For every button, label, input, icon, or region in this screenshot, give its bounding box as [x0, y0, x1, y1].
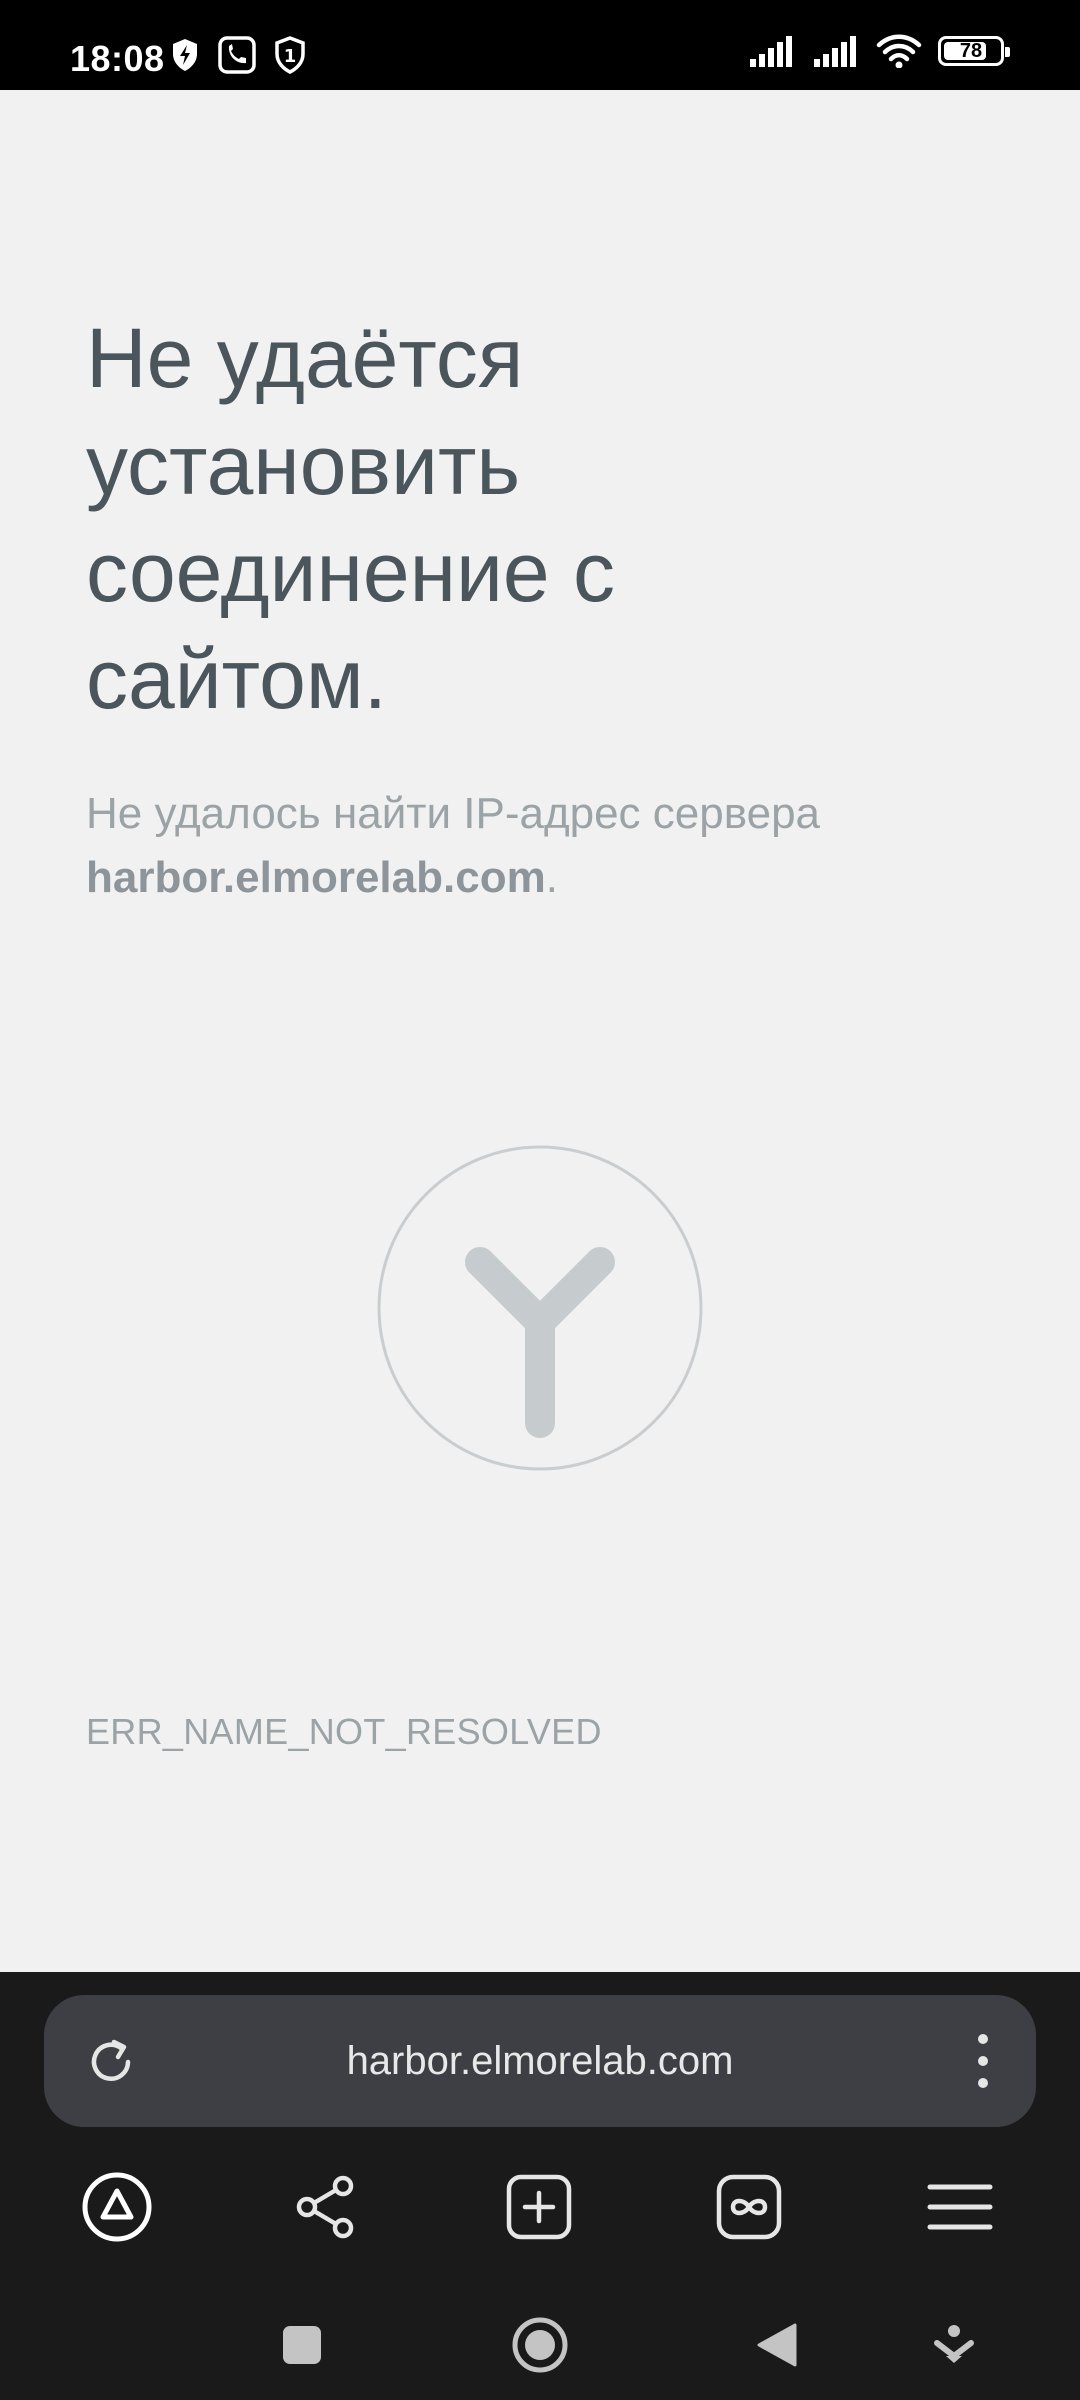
- url-text[interactable]: harbor.elmorelab.com: [44, 2039, 1036, 2084]
- battery-level: 78: [959, 39, 983, 62]
- omnibox[interactable]: harbor.elmorelab.com: [44, 1995, 1036, 2127]
- alice-button[interactable]: [72, 2162, 162, 2252]
- error-description-suffix: .: [545, 853, 558, 902]
- status-time: 18:08: [70, 38, 165, 79]
- alice-icon: [82, 2172, 152, 2242]
- one-shield-icon: 1: [275, 36, 305, 74]
- drawer-down-icon: [934, 2325, 974, 2363]
- signal-icon: [750, 36, 792, 67]
- menu-button[interactable]: [915, 2162, 1005, 2252]
- recents-square-icon: [283, 2326, 321, 2364]
- error-code: ERR_NAME_NOT_RESOLVED: [86, 1711, 602, 1752]
- error-title: Не удаётся установить соединение с сайто…: [86, 311, 615, 726]
- home-circle-icon: [512, 2317, 568, 2373]
- browser-bottom-bar: harbor.elmorelab.com: [0, 1972, 1080, 2400]
- reload-icon[interactable]: [84, 2035, 138, 2089]
- error-description: Не удалось найти IP-адрес сервера harbor…: [86, 782, 986, 910]
- error-description-text: Не удалось найти IP-адрес сервера: [86, 789, 821, 838]
- new-tab-icon: [506, 2174, 572, 2240]
- tabs-icon: [716, 2174, 782, 2240]
- new-tab-button[interactable]: [494, 2162, 584, 2252]
- tabs-button[interactable]: [704, 2162, 794, 2252]
- svg-text:1: 1: [284, 46, 297, 67]
- error-host: harbor.elmorelab.com: [86, 853, 546, 902]
- recents-button[interactable]: [267, 2310, 337, 2380]
- shield-bolt-icon: [173, 39, 197, 71]
- signal-icon: [814, 36, 856, 67]
- drawer-button[interactable]: [919, 2310, 989, 2380]
- share-button[interactable]: [281, 2162, 371, 2252]
- error-page: Не удаётся установить соединение с сайто…: [0, 90, 1080, 1972]
- home-button[interactable]: [505, 2310, 575, 2380]
- system-nav-bar: [0, 2292, 1080, 2400]
- status-bar: 18:08 1 78: [0, 0, 1080, 90]
- back-triangle-icon: [757, 2323, 797, 2367]
- yandex-logo-icon: [377, 1145, 703, 1471]
- wifi-icon: [876, 34, 922, 68]
- back-button[interactable]: [742, 2310, 812, 2380]
- status-notification-icons: 1: [170, 36, 306, 74]
- battery-icon: 78: [938, 36, 1010, 66]
- status-system-icons: 78: [748, 34, 1010, 68]
- browser-toolbar: [0, 2162, 1080, 2292]
- share-icon: [296, 2175, 354, 2239]
- more-vert-icon[interactable]: [974, 2033, 992, 2089]
- phone-call-icon: [218, 36, 256, 74]
- menu-icon: [927, 2184, 993, 2230]
